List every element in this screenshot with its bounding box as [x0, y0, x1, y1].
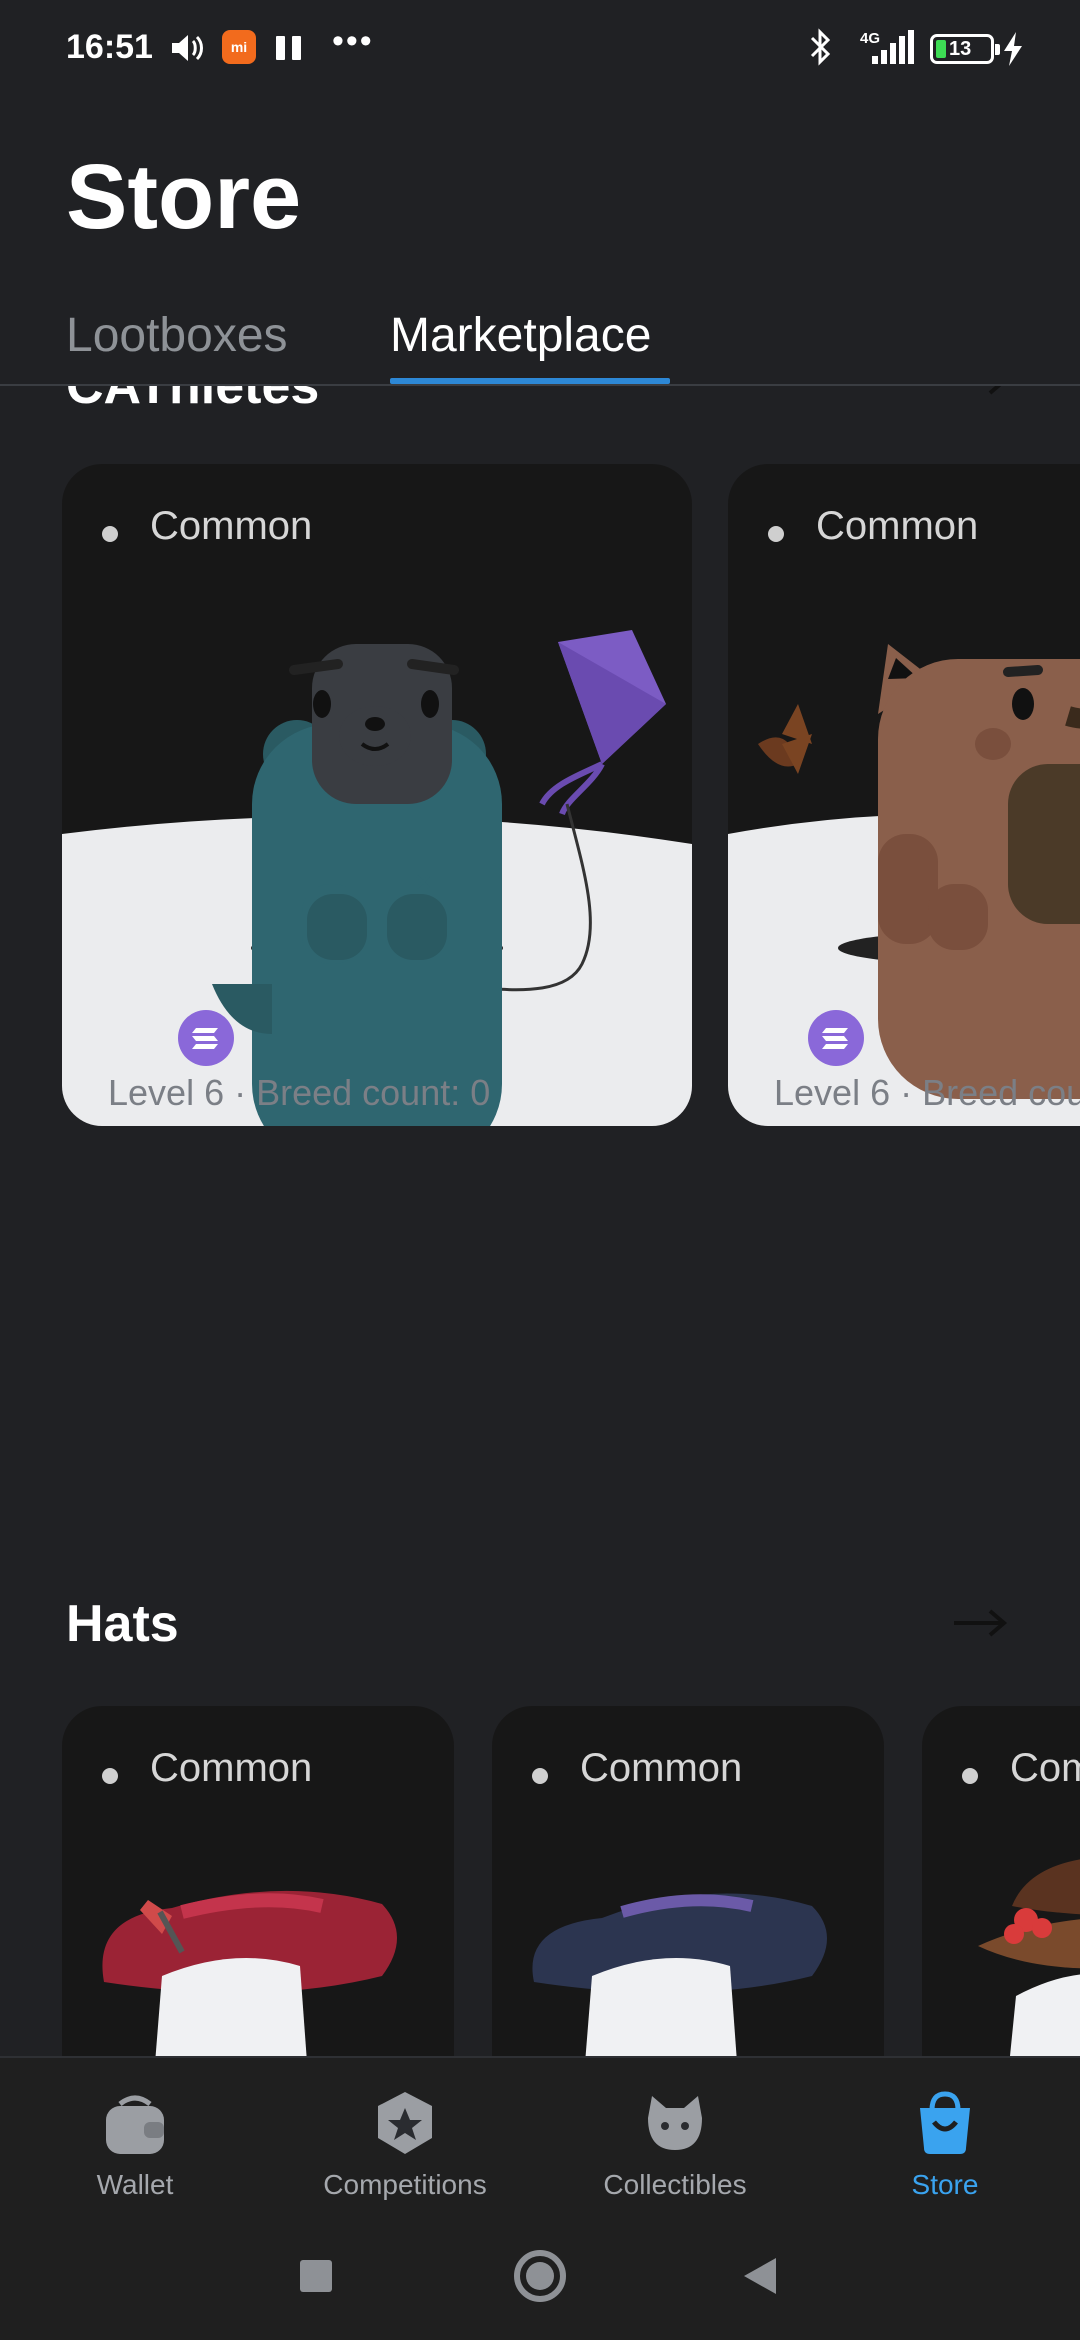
catlete-card[interactable]: Common Level 6 · Breed count: 0 [62, 464, 692, 1126]
tab-marketplace[interactable]: Marketplace [390, 308, 651, 363]
nav-label: Store [911, 2169, 979, 2200]
star-badge-icon [378, 2092, 432, 2154]
catlete-meta: Level 6 · Breed count: 0 [774, 1072, 1080, 1113]
more-dots-icon: ••• [332, 22, 374, 60]
bluetooth-icon [810, 28, 831, 66]
nav-store[interactable]: Store [825, 2088, 1065, 2201]
nav-label: Collectibles [603, 2169, 747, 2200]
store-tabs: Lootboxes Marketplace [0, 300, 1080, 386]
character-illustration [62, 630, 692, 1126]
character-illustration [728, 644, 1080, 1126]
hat-card[interactable]: Common [62, 1706, 454, 2056]
system-navigation-bar [0, 2216, 1080, 2340]
status-bar: 16:51 mi ••• 4G 13 [0, 0, 1080, 100]
hat-illustration [978, 1859, 1080, 2056]
nav-collectibles[interactable]: Collectibles [555, 2088, 795, 2201]
nav-label: Wallet [96, 2169, 174, 2200]
volume-icon [172, 35, 203, 61]
nav-competitions[interactable]: Competitions [285, 2088, 525, 2201]
shopping-bag-icon [920, 2091, 970, 2154]
mi-app-icon: mi [222, 30, 256, 64]
wallet-icon [106, 2095, 164, 2154]
home-button[interactable] [514, 2250, 566, 2302]
active-tab-indicator [390, 378, 670, 384]
catlete-card[interactable]: Common Level 6 · Breed cou [728, 464, 1080, 1126]
nav-label: Competitions [323, 2169, 487, 2200]
status-time: 16:51 [66, 28, 153, 66]
catlete-meta: Level 6 · Breed count: 0 [108, 1072, 491, 1113]
pause-icon [276, 36, 302, 60]
bottom-navigation: Wallet Competitions Collectibles Store [0, 2056, 1080, 2216]
section-title-catletes: CAThletes [66, 386, 320, 415]
solana-icon [808, 1010, 864, 1066]
hat-card[interactable]: Common [492, 1706, 884, 2056]
tab-lootboxes[interactable]: Lootboxes [66, 308, 288, 363]
signal-icon [872, 30, 914, 64]
solana-icon [178, 1010, 234, 1066]
page-title: Store [66, 146, 302, 248]
charging-icon [1004, 32, 1022, 66]
battery-icon: 13 [930, 34, 1000, 64]
hat-illustration [532, 1893, 827, 2056]
see-all-hats-arrow-icon[interactable] [952, 1608, 1008, 1638]
store-screen: 16:51 mi ••• 4G 13 Store CAThletes Commo… [0, 0, 1080, 2340]
see-all-catletes-arrow-icon[interactable] [952, 386, 1008, 396]
nav-wallet[interactable]: Wallet [15, 2088, 255, 2201]
recents-button[interactable] [300, 2260, 332, 2292]
back-button[interactable] [742, 2256, 778, 2296]
hat-illustration [102, 1890, 397, 2056]
section-title-hats: Hats [66, 1595, 179, 1653]
hat-card[interactable]: Common [922, 1706, 1080, 2056]
marketplace-content[interactable]: CAThletes Common Level 6 · Breed count: … [0, 386, 1080, 2056]
cat-head-icon [648, 2096, 702, 2150]
battery-level: 13 [949, 38, 972, 60]
